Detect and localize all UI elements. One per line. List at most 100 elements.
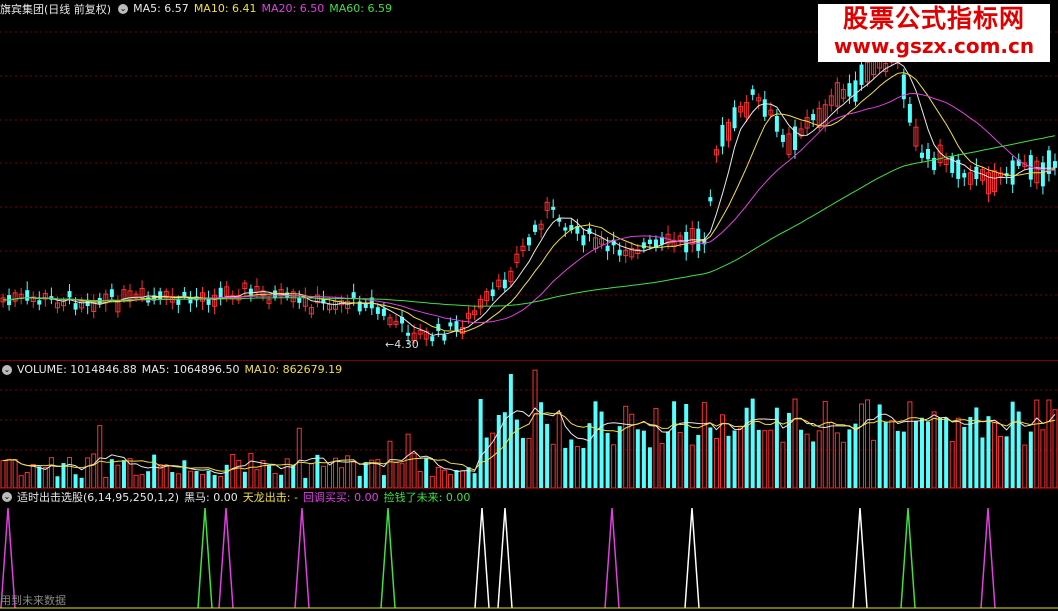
candle-down xyxy=(490,289,495,297)
ma5-label: MA5: 6.57 xyxy=(133,2,189,15)
volume-bar-up xyxy=(713,437,719,488)
candle-down xyxy=(37,300,42,305)
volume-toggle-icon[interactable]: ⌄ xyxy=(2,364,12,375)
volume-bar-up xyxy=(417,471,423,488)
volume-bar-up xyxy=(441,469,447,488)
volume-bar-down xyxy=(599,411,604,488)
candle-down xyxy=(563,227,568,231)
volume-bar-up xyxy=(308,463,314,488)
volume-bar-up xyxy=(248,452,254,488)
volume-bar-up xyxy=(804,433,810,488)
candle-down xyxy=(218,287,223,299)
volume-bar-down xyxy=(944,417,949,488)
candle-down xyxy=(351,292,356,299)
volume-bar-up xyxy=(42,467,48,488)
volume-bar-up xyxy=(103,477,109,488)
future-data-note: 用到未来数据 xyxy=(0,594,66,607)
candle-down xyxy=(720,124,725,147)
volume-bar-down xyxy=(847,429,852,488)
volume-bar-down xyxy=(224,464,229,488)
volume-bar-up xyxy=(768,429,774,488)
candle-down xyxy=(811,114,816,121)
volume-bar-down xyxy=(913,420,918,488)
heima-label: 黑马: 0.00 xyxy=(184,490,238,504)
volume-bar-down xyxy=(478,398,483,488)
volume-bar-up xyxy=(139,474,145,488)
volume-bar-up xyxy=(677,431,683,488)
volume-bar-up xyxy=(333,457,339,488)
volume-bar-down xyxy=(454,470,459,488)
tianlong-label: 天龙出击: - xyxy=(242,490,298,504)
candle-down xyxy=(109,289,114,297)
candle-down xyxy=(448,322,453,327)
volume-bar-up xyxy=(792,398,798,488)
low-price-value: 4.30 xyxy=(394,338,419,351)
candle-down xyxy=(430,336,435,342)
volume-bar-up xyxy=(345,455,351,488)
candle-down xyxy=(1010,160,1015,185)
indicator-name: 适时出击选股(6,14,95,250,1,2) xyxy=(17,490,180,504)
volume-pane[interactable]: ⌄ VOLUME: 1014846.88 MA5: 1064896.50 MA1… xyxy=(0,360,1058,488)
volume-bar-down xyxy=(708,427,713,488)
signal-spike xyxy=(218,507,234,609)
watermark-title: 股票公式指标网 xyxy=(842,4,1025,33)
volume-bar-up xyxy=(780,441,786,488)
indicator-toggle-icon[interactable]: ⌄ xyxy=(2,491,12,502)
volume-bar-down xyxy=(55,476,60,488)
volume-bar-up xyxy=(1040,429,1046,488)
volume-bar-down xyxy=(267,465,272,488)
volume-bar-up xyxy=(260,460,266,488)
volume-bar-down xyxy=(744,407,749,488)
candle-down xyxy=(962,173,967,178)
volume-bar-down xyxy=(1004,436,1009,488)
candle-down xyxy=(732,107,737,129)
ma60-label: MA60: 6.59 xyxy=(329,2,392,15)
indicator-pane[interactable]: ⌄ 适时出击选股(6,14,95,250,1,2) 黑马: 0.00 天龙出击:… xyxy=(0,488,1058,611)
candle-down xyxy=(919,152,924,158)
candle-down xyxy=(176,299,181,305)
volume-bar-up xyxy=(1046,399,1052,488)
volume-bar-down xyxy=(563,447,568,488)
candle-down xyxy=(25,290,30,301)
volume-bar-up xyxy=(689,444,695,488)
volume-bar-up xyxy=(834,432,840,488)
volume-bar-up xyxy=(200,473,206,488)
volume-bar-up xyxy=(701,402,707,488)
volume-bar-up xyxy=(574,445,580,488)
volume-bar-down xyxy=(732,430,737,488)
volume-bar-up xyxy=(387,440,393,488)
volume-bar-up xyxy=(24,472,30,488)
volume-bar-down xyxy=(986,416,991,488)
signal-spike xyxy=(852,507,868,609)
ma-line xyxy=(2,92,1055,324)
candle-down xyxy=(605,245,610,252)
signal-chart[interactable] xyxy=(0,488,1058,611)
candle-down xyxy=(907,104,912,123)
price-pane[interactable]: 旗宾集团(日线 前复权) ⌄ MA5: 6.57 MA10: 6.41 MA20… xyxy=(0,0,1058,360)
volume-bar-up xyxy=(828,421,834,488)
candle-down xyxy=(158,291,163,300)
volume-bar-up xyxy=(949,440,955,488)
candle-down xyxy=(617,249,622,256)
volume-bar-down xyxy=(756,429,761,488)
candle-down xyxy=(1052,161,1057,168)
vol-ma5-label: MA5: 1064896.50 xyxy=(141,363,240,376)
volume-bar-down xyxy=(962,427,967,488)
volume-bar-up xyxy=(992,422,998,488)
candle-down xyxy=(708,197,713,202)
volume-bar-up xyxy=(611,444,617,488)
legend-toggle-icon[interactable]: ⌄ xyxy=(118,3,129,14)
candle-down xyxy=(533,224,538,232)
volume-bar-up xyxy=(550,443,556,488)
candle-down xyxy=(442,334,447,341)
volume-bar-up xyxy=(0,460,6,488)
volume-chart[interactable] xyxy=(0,360,1058,488)
volume-bar-up xyxy=(48,457,54,488)
volume-bar-up xyxy=(435,466,441,488)
signal-spike xyxy=(497,507,513,609)
volume-legend: ⌄ VOLUME: 1014846.88 MA5: 1064896.50 MA1… xyxy=(0,362,342,377)
volume-bar-up xyxy=(284,458,290,488)
volume-bar-down xyxy=(593,401,598,488)
volume-bar-down xyxy=(502,412,507,488)
volume-bar-up xyxy=(859,403,865,488)
